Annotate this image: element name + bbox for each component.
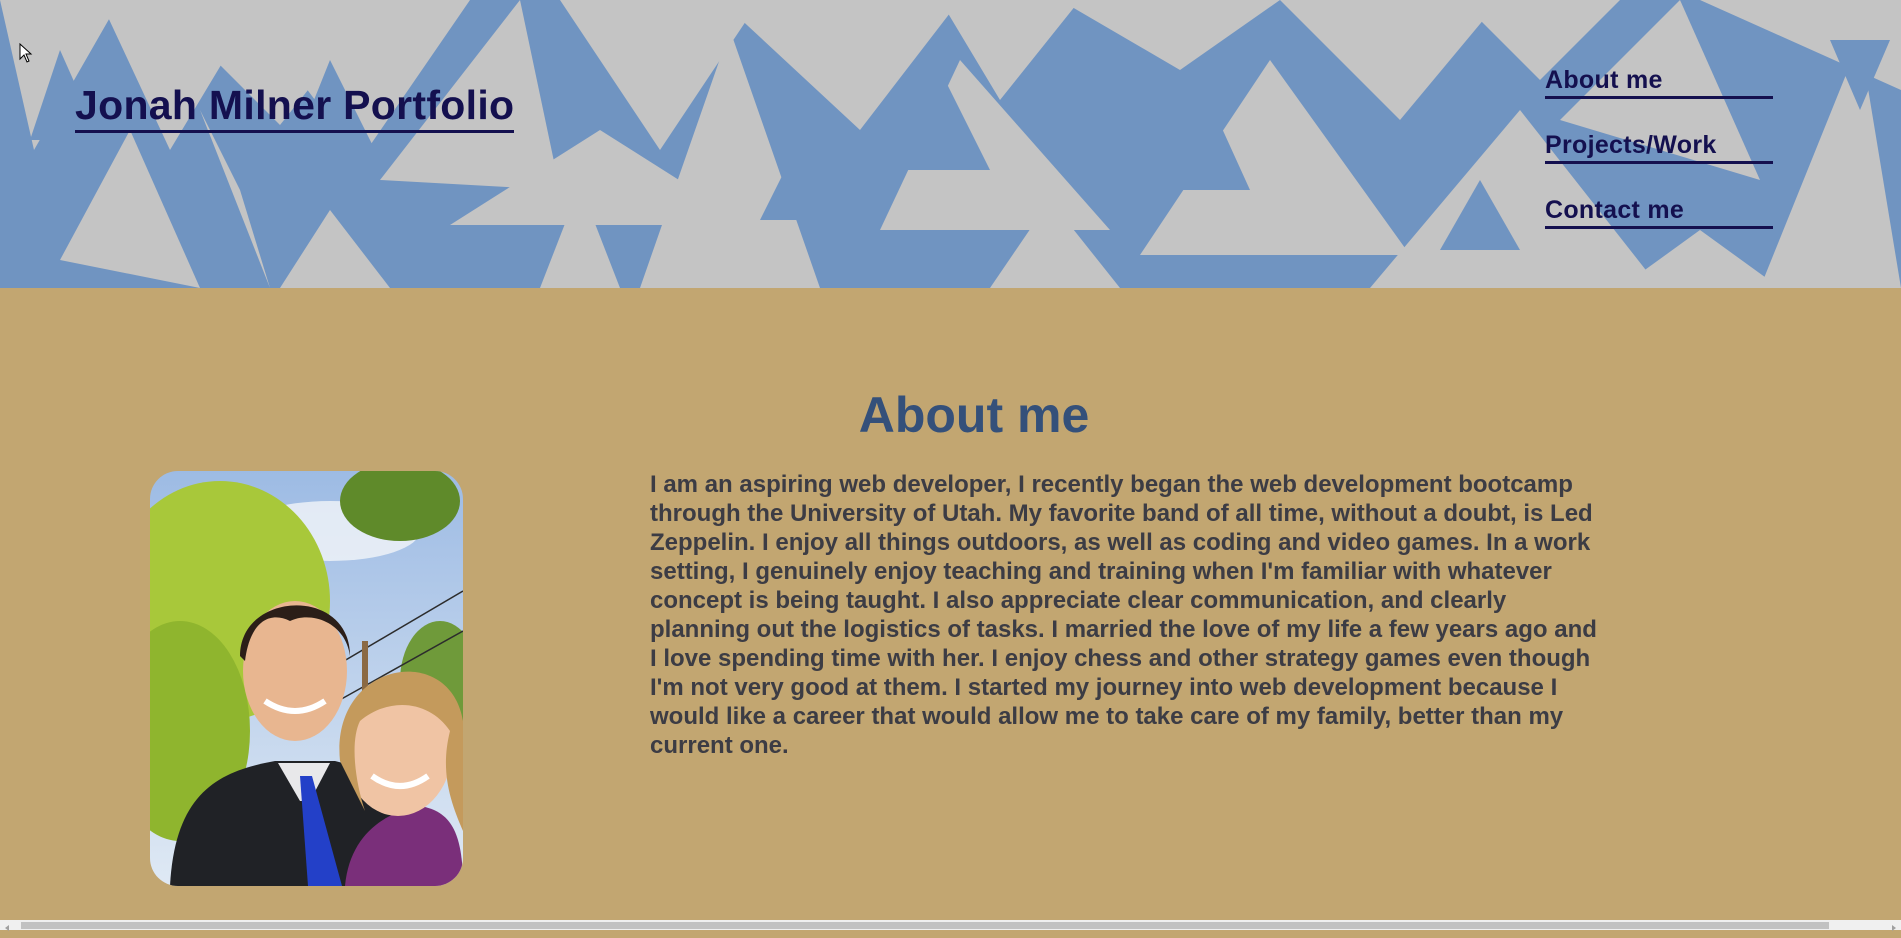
scroll-right-arrow-icon[interactable] [1889,920,1899,931]
profile-photo [150,471,463,886]
scroll-left-arrow-icon[interactable] [2,920,12,931]
nav-link-contact-me[interactable]: Contact me [1545,194,1773,229]
about-heading: About me [858,387,1090,443]
horizontal-scrollbar[interactable] [0,920,1901,931]
header-banner: Jonah Milner Portfolio About me Projects… [0,0,1901,288]
site-title[interactable]: Jonah Milner Portfolio [75,82,515,133]
nav-link-about-me[interactable]: About me [1545,64,1773,99]
main-nav: About me Projects/Work Contact me [1545,64,1775,259]
couple-photo-illustration [150,471,463,886]
about-bio-text: I am an aspiring web developer, I recent… [650,471,1597,759]
nav-link-projects-work[interactable]: Projects/Work [1545,129,1773,164]
mouse-pointer-icon [19,42,33,68]
scrollbar-thumb[interactable] [21,922,1829,929]
